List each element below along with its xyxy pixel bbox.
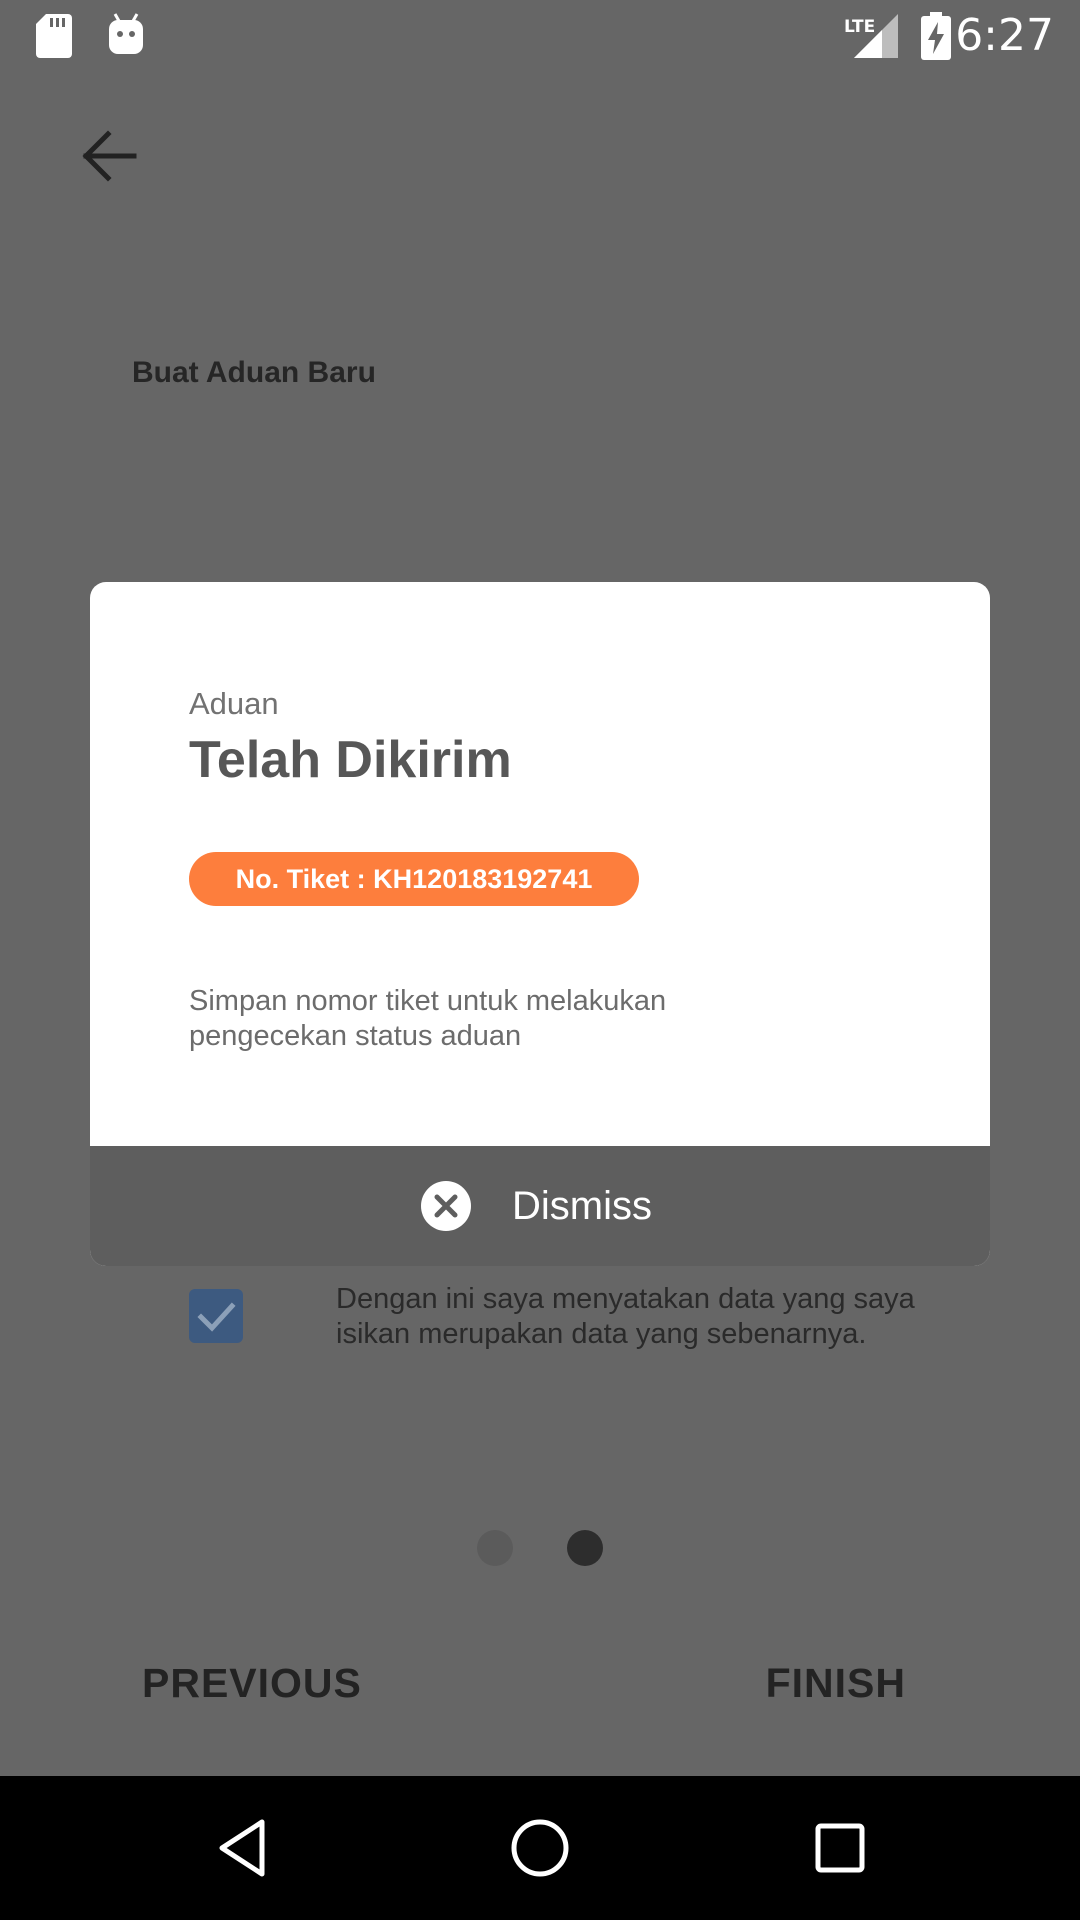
sd-card-icon bbox=[36, 14, 72, 58]
dialog-subtitle: Aduan bbox=[189, 686, 279, 721]
battery-charging-icon bbox=[921, 12, 951, 60]
dialog-note: Simpan nomor tiket untuk melakukan penge… bbox=[189, 985, 667, 1052]
nav-home-icon[interactable] bbox=[508, 1816, 572, 1880]
close-circle-icon bbox=[421, 1181, 471, 1231]
agreement-text: Dengan ini saya menyatakan data yang say… bbox=[336, 1283, 915, 1350]
dismiss-button[interactable]: Dismiss bbox=[90, 1146, 990, 1266]
ticket-number-badge: No. Tiket : KH120183192741 bbox=[189, 852, 639, 906]
status-bar: LTE 6:27 bbox=[0, 0, 1080, 72]
back-arrow-icon[interactable] bbox=[70, 116, 150, 196]
finish-button[interactable]: FINISH bbox=[766, 1660, 906, 1707]
android-icon bbox=[109, 13, 143, 54]
svg-text:LTE: LTE bbox=[844, 17, 875, 37]
checkmark-icon bbox=[197, 1302, 236, 1332]
system-navigation-bar bbox=[0, 1776, 1080, 1920]
page-title: Buat Aduan Baru bbox=[132, 356, 376, 389]
pager-dot-2-active bbox=[567, 1530, 603, 1566]
dialog-title: Telah Dikirim bbox=[189, 731, 512, 789]
pager-dot-1 bbox=[477, 1530, 513, 1566]
nav-back-icon[interactable] bbox=[212, 1816, 276, 1880]
agreement-checkbox[interactable] bbox=[189, 1289, 243, 1343]
dismiss-label: Dismiss bbox=[512, 1184, 652, 1228]
status-time: 6:27 bbox=[955, 10, 1054, 61]
previous-button[interactable]: PREVIOUS bbox=[142, 1660, 362, 1707]
success-dialog: Aduan Telah Dikirim No. Tiket : KH120183… bbox=[90, 582, 990, 1266]
nav-recents-icon[interactable] bbox=[808, 1816, 872, 1880]
lte-signal-icon: LTE bbox=[844, 14, 898, 58]
